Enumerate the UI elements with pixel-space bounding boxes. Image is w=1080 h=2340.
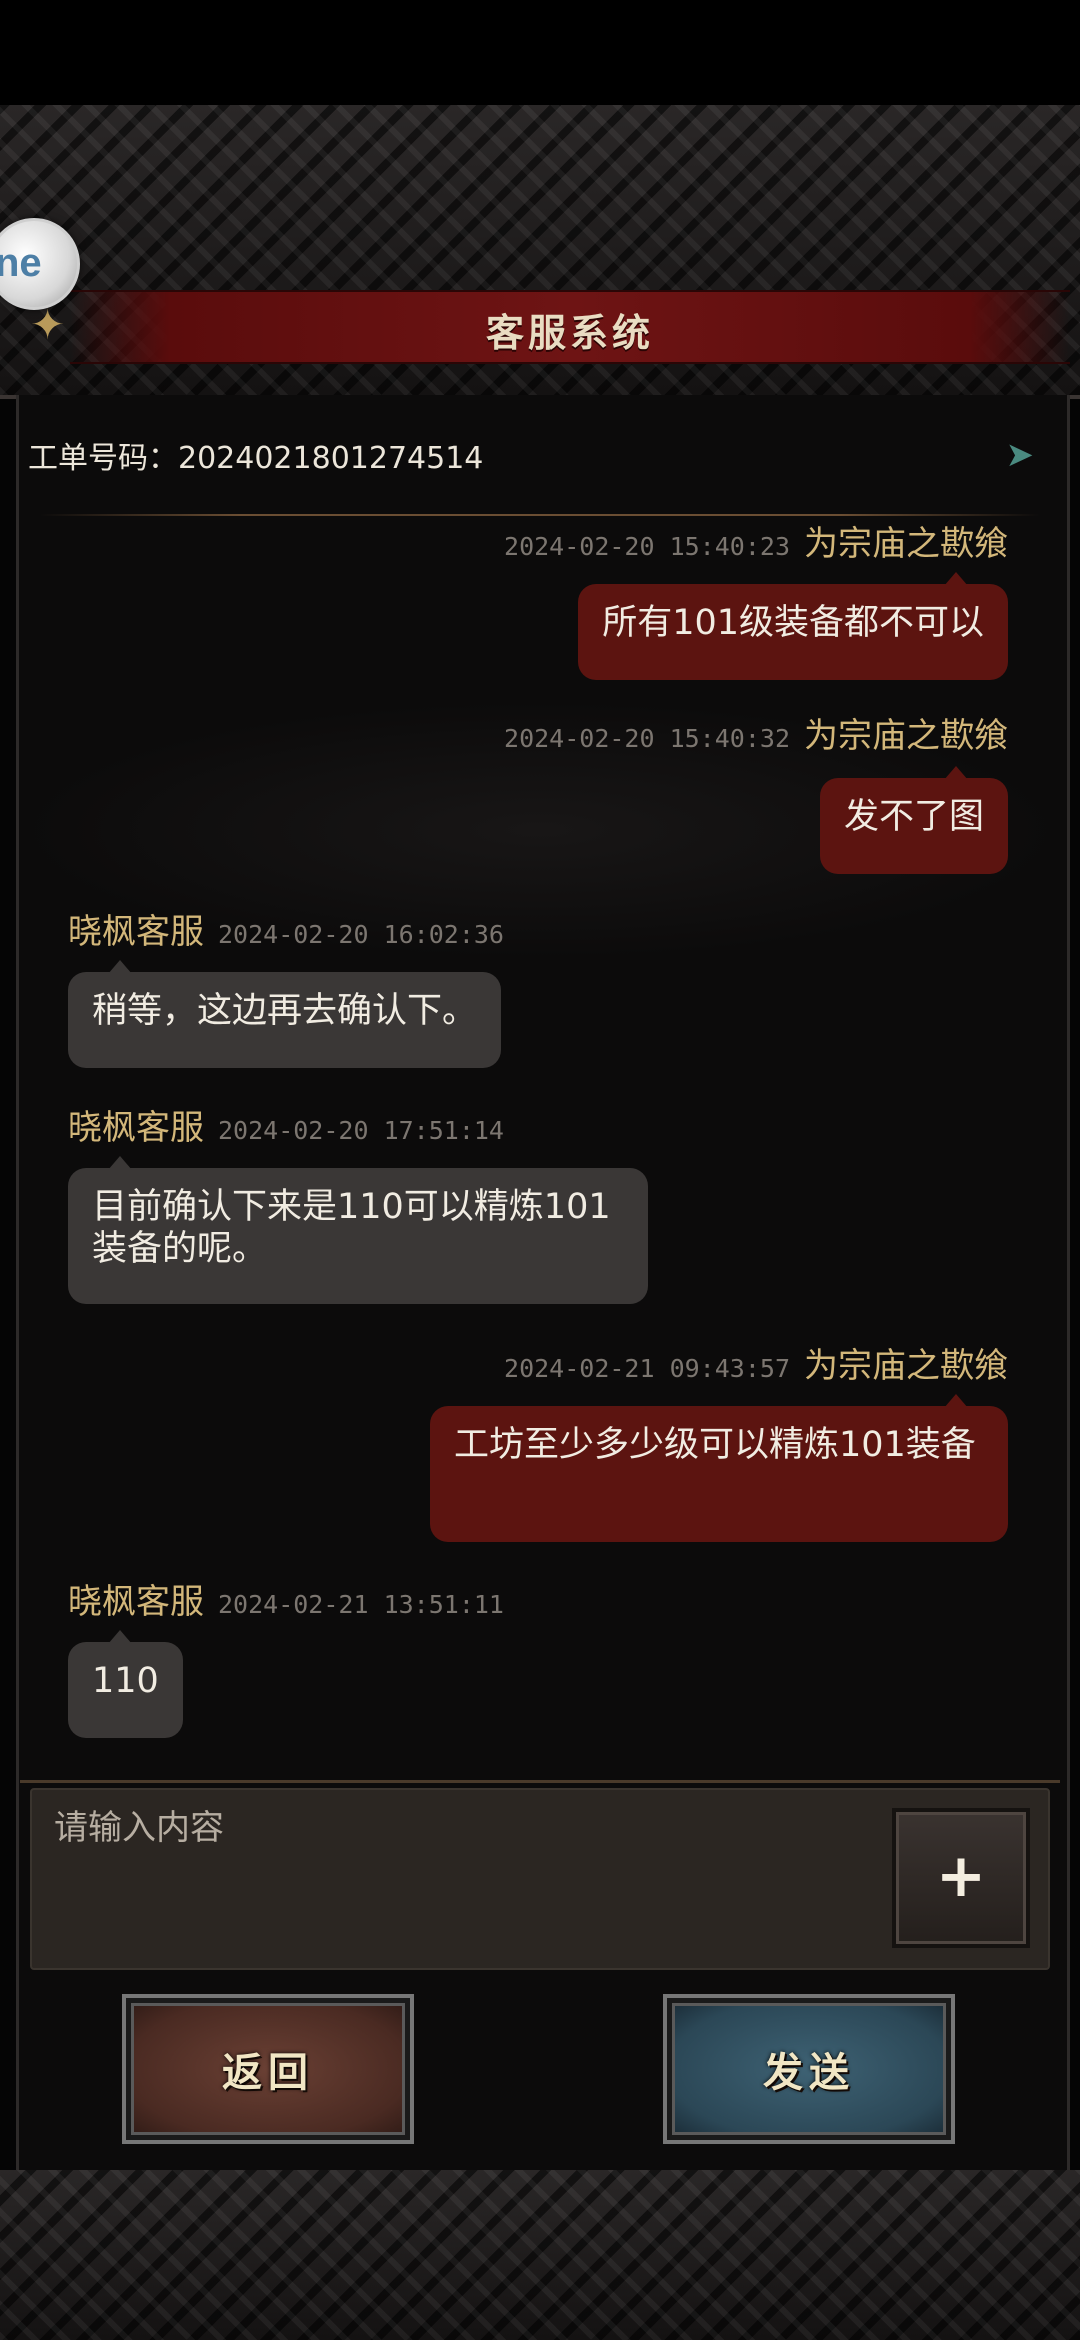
ticket-divider (40, 514, 1040, 516)
message-meta: 2024-02-20 15:40:23 为宗庙之歁飨 (504, 520, 1008, 565)
message-bubble-incoming: 目前确认下来是110可以精炼101装备的呢。 (68, 1156, 648, 1304)
bottom-ornamental-border (0, 2170, 1080, 2340)
message-meta: 2024-02-20 15:40:32 为宗庙之歁飨 (504, 708, 1008, 757)
message-time: 2024-02-20 17:51:14 (218, 1116, 504, 1145)
input-separator (20, 1780, 1060, 1783)
status-bar-area (0, 0, 1080, 105)
page-title: 客服系统 (485, 310, 654, 355)
back-button-label: 返回 (222, 2049, 314, 2096)
message-sender: 晓枫客服 (68, 1108, 204, 1148)
message-sender: 为宗庙之歁飨 (804, 1346, 1008, 1386)
send-button-label: 发送 (763, 2049, 855, 2096)
message-input[interactable] (52, 1798, 876, 1962)
message-time: 2024-02-21 13:51:11 (218, 1590, 504, 1619)
message-bubble-outgoing: 工坊至少多少级可以精炼101装备 (430, 1394, 1008, 1542)
message-time: 2024-02-21 09:43:57 (504, 1354, 790, 1383)
ticket-number-row[interactable]: 工单号码：2024021801274514 ➤ (28, 425, 1038, 485)
message-bubble-incoming: 稍等，这边再去确认下。 (68, 960, 502, 1068)
title-banner: 客服系统 (70, 290, 1070, 364)
message-bubble-outgoing: 发不了图 (819, 766, 1008, 874)
message-sender: 晓枫客服 (68, 912, 204, 952)
message-time: 2024-02-20 15:40:23 (504, 532, 790, 561)
message-input-box: + (30, 1788, 1050, 1970)
message-bubble-outgoing: 所有101级装备都不可以 (578, 572, 1008, 680)
back-button[interactable]: 返回 (122, 1994, 414, 2144)
chevron-right-icon[interactable]: ➤ (1006, 435, 1035, 475)
message-meta: 晓枫客服 2024-02-21 13:51:11 (68, 1574, 504, 1623)
ticket-number: 工单号码：2024021801274514 (28, 441, 484, 476)
message-sender: 为宗庙之歁飨 (804, 716, 1008, 756)
chat-messages[interactable]: 2024-02-20 15:40:23 为宗庙之歁飨 所有101级装备都不可以 2… (28, 520, 1028, 1775)
message-time: 2024-02-20 16:02:36 (218, 920, 504, 949)
send-button[interactable]: 发送 (663, 1994, 955, 2144)
message-time: 2024-02-20 15:40:32 (504, 724, 790, 753)
add-attachment-button[interactable]: + (892, 1808, 1030, 1948)
message-meta: 2024-02-21 09:43:57 为宗庙之歁飨 (504, 1338, 1008, 1387)
message-meta: 晓枫客服 2024-02-20 17:51:14 (68, 1100, 504, 1149)
message-bubble-incoming: 110 (68, 1630, 183, 1738)
message-meta: 晓枫客服 2024-02-20 16:02:36 (68, 904, 504, 953)
message-sender: 为宗庙之歁飨 (804, 524, 1008, 564)
message-sender: 晓枫客服 (68, 1582, 204, 1622)
floating-assistant-label: ne (0, 241, 42, 285)
